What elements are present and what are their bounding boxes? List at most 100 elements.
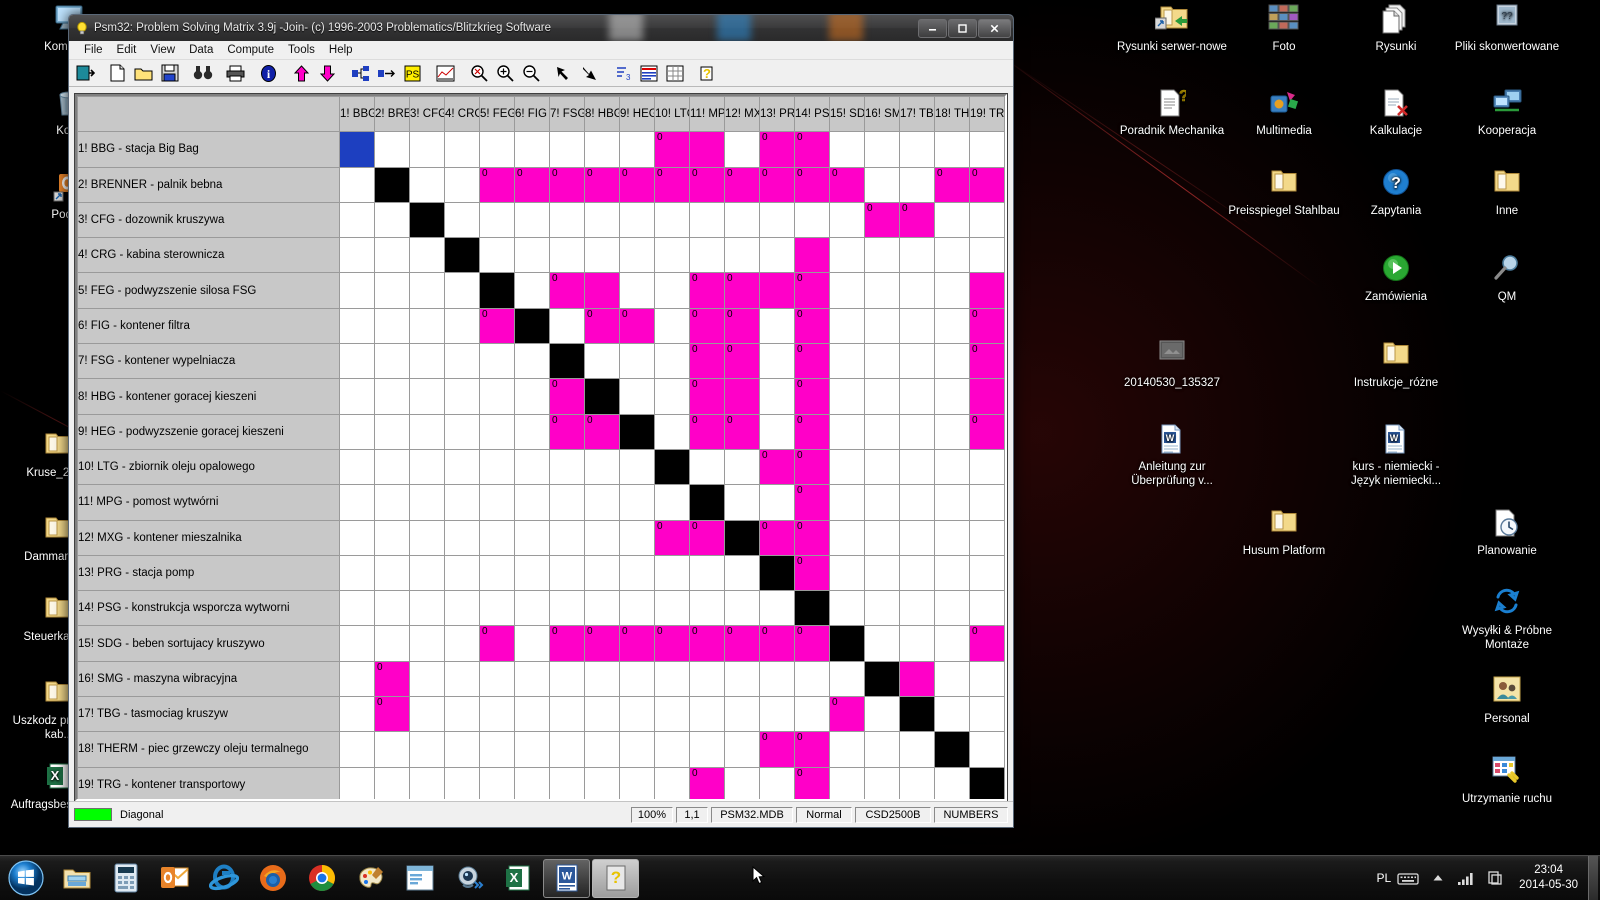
- matrix-cell-empty[interactable]: [724, 696, 760, 733]
- menu-item-help[interactable]: Help: [322, 43, 360, 57]
- matrix-cell-relation[interactable]: 0: [584, 625, 620, 662]
- matrix-cell-empty[interactable]: [514, 696, 550, 733]
- matrix-cell-empty[interactable]: [584, 343, 620, 380]
- matrix-row-header-8[interactable]: 8! HBG - kontener goracej kieszeni: [77, 378, 340, 415]
- matrix-cell-empty[interactable]: [864, 448, 900, 486]
- matrix-cell-empty[interactable]: [934, 660, 970, 698]
- matrix-cell-relation[interactable]: 0: [794, 731, 830, 768]
- matrix-cell-empty[interactable]: [829, 237, 865, 274]
- matrix-cell-relation[interactable]: 0: [759, 131, 795, 168]
- desktop-icon-foto[interactable]: Foto: [1225, 4, 1343, 55]
- matrix-cell-relation[interactable]: 0: [794, 378, 830, 415]
- matrix-cell-empty[interactable]: [654, 484, 690, 521]
- matrix-cell-empty[interactable]: [479, 343, 515, 380]
- matrix-cell-empty[interactable]: [899, 343, 935, 380]
- matrix-cell-empty[interactable]: [864, 484, 900, 521]
- matrix-cell-empty[interactable]: [899, 166, 935, 203]
- matrix-cell-empty[interactable]: [969, 131, 1005, 168]
- matrix-cell-empty[interactable]: [619, 272, 655, 309]
- desktop-icon-utrzymanie-ruchu[interactable]: Utrzymanie ruchu: [1448, 756, 1566, 807]
- matrix-row[interactable]: 1! BBG - stacja Big Bag 0 0 0: [77, 131, 1005, 168]
- matrix-col-header-5[interactable]: 5! FEG: [479, 96, 515, 133]
- matrix-cell-empty[interactable]: [829, 307, 865, 345]
- matrix-row-header-17[interactable]: 17! TBG - tasmociag kruszyw: [77, 696, 340, 733]
- matrix-cell-relation[interactable]: 0: [549, 625, 585, 662]
- matrix-cell-empty[interactable]: [654, 731, 690, 768]
- matrix-row[interactable]: 10! LTG - zbiornik oleju opalowego 0 0: [77, 448, 1005, 486]
- zoom-in-icon[interactable]: [492, 62, 517, 85]
- matrix-cell-relation[interactable]: 0: [584, 166, 620, 203]
- matrix-cell-empty[interactable]: [444, 272, 480, 309]
- desktop-icon-qm[interactable]: QM: [1448, 254, 1566, 305]
- matrix-row[interactable]: 3! CFG - dozownik kruszywa 0 0: [77, 201, 1005, 239]
- matrix-cell-relation[interactable]: 0: [759, 166, 795, 203]
- matrix-cell-empty[interactable]: [374, 484, 410, 521]
- matrix-cell-empty[interactable]: [339, 343, 375, 380]
- matrix-cell-relation[interactable]: 0: [689, 307, 725, 345]
- matrix-cell-empty[interactable]: [409, 237, 445, 274]
- matrix-row-header-15[interactable]: 15! SDG - beben sortujacy kruszywo: [77, 625, 340, 662]
- matrix-row[interactable]: 2! BRENNER - palnik bebna 0 0 0 0 0 0 0 0 0 0 0 0 0: [77, 166, 1005, 203]
- matrix-cell-empty[interactable]: [724, 201, 760, 239]
- matrix-cell-empty[interactable]: [549, 131, 585, 168]
- matrix-row-header-14[interactable]: 14! PSG - konstrukcja wsporcza wytworni: [77, 590, 340, 627]
- matrix-cell-relation[interactable]: 0: [794, 448, 830, 486]
- help-icon[interactable]: ?: [695, 62, 720, 85]
- taskbar-excel-icon[interactable]: X: [494, 859, 541, 898]
- matrix-cell-empty[interactable]: [619, 343, 655, 380]
- sort-icon[interactable]: 3: [610, 62, 635, 85]
- matrix-cell-empty[interactable]: [724, 731, 760, 768]
- matrix-cell-empty[interactable]: [689, 590, 725, 627]
- matrix-cell-empty[interactable]: [444, 307, 480, 345]
- new-document-icon[interactable]: [105, 62, 130, 85]
- matrix-cell-relation[interactable]: 0: [969, 413, 1005, 450]
- matrix-cell-empty[interactable]: [339, 590, 375, 627]
- matrix-cell-diagonal[interactable]: [514, 307, 550, 345]
- matrix-cell-empty[interactable]: [549, 201, 585, 239]
- taskbar-internet-explorer-icon[interactable]: [200, 859, 247, 898]
- desktop-icon-personal[interactable]: Personal: [1448, 676, 1566, 727]
- matrix-cell-empty[interactable]: [409, 343, 445, 380]
- matrix-cell-empty[interactable]: [724, 484, 760, 521]
- window-titlebar[interactable]: Psm32: Problem Solving Matrix 3.9j -Join…: [69, 15, 1013, 41]
- matrix-cell-empty[interactable]: [409, 131, 445, 168]
- matrix-cell-relation[interactable]: 0: [479, 166, 515, 203]
- desktop-icon-20140530-135327[interactable]: 20140530_135327: [1113, 340, 1231, 391]
- matrix-cell-empty[interactable]: [864, 731, 900, 768]
- matrix-cell-empty[interactable]: [689, 237, 725, 274]
- matrix-cell-empty[interactable]: [899, 272, 935, 309]
- matrix-cell-empty[interactable]: [374, 554, 410, 592]
- matrix-cell-empty[interactable]: [654, 590, 690, 627]
- matrix-cell-empty[interactable]: [339, 731, 375, 768]
- matrix-row[interactable]: 6! FIG - kontener filtra 0 0 0 0 0 0 0: [77, 307, 1005, 345]
- matrix-cell-relation[interactable]: 0: [794, 343, 830, 380]
- matrix-cell-empty[interactable]: [409, 696, 445, 733]
- matrix-row-header-5[interactable]: 5! FEG - podwyzszenie silosa FSG: [77, 272, 340, 309]
- taskbar-word-icon[interactable]: W: [543, 858, 590, 898]
- matrix-cell-empty[interactable]: [759, 413, 795, 450]
- matrix-cell-empty[interactable]: [619, 766, 655, 799]
- matrix-cell-empty[interactable]: [479, 766, 515, 799]
- matrix-cell-empty[interactable]: [934, 696, 970, 733]
- matrix-cell-diagonal[interactable]: [794, 590, 830, 627]
- info-icon[interactable]: i: [256, 62, 281, 85]
- matrix-cell-relation[interactable]: 0: [689, 766, 725, 799]
- matrix-cell-empty[interactable]: [654, 554, 690, 592]
- matrix-cell-empty[interactable]: [654, 660, 690, 698]
- matrix-cell-relation[interactable]: 0: [619, 307, 655, 345]
- matrix-cell-empty[interactable]: [969, 731, 1005, 768]
- matrix-row[interactable]: 15! SDG - beben sortujacy kruszywo 0 0 0 0 0 0…: [77, 625, 1005, 662]
- maximize-button[interactable]: [948, 18, 977, 38]
- matrix-col-header-16[interactable]: 16! SMG: [864, 96, 900, 133]
- matrix-cell-relation[interactable]: 0: [969, 307, 1005, 345]
- desktop-icon-planowanie[interactable]: Planowanie: [1448, 508, 1566, 559]
- matrix-cell-empty[interactable]: [514, 237, 550, 274]
- matrix-cell-empty[interactable]: [549, 519, 585, 556]
- matrix-cell-empty[interactable]: [514, 590, 550, 627]
- tree-merge-icon[interactable]: [374, 62, 399, 85]
- matrix-row-header-9[interactable]: 9! HEG - podwyzszenie goracej kieszeni: [77, 413, 340, 450]
- exit-door-icon[interactable]: [72, 62, 97, 85]
- matrix-cell-empty[interactable]: [584, 766, 620, 799]
- matrix-cell-relation[interactable]: [794, 237, 830, 274]
- matrix-cell-relation[interactable]: 0: [759, 519, 795, 556]
